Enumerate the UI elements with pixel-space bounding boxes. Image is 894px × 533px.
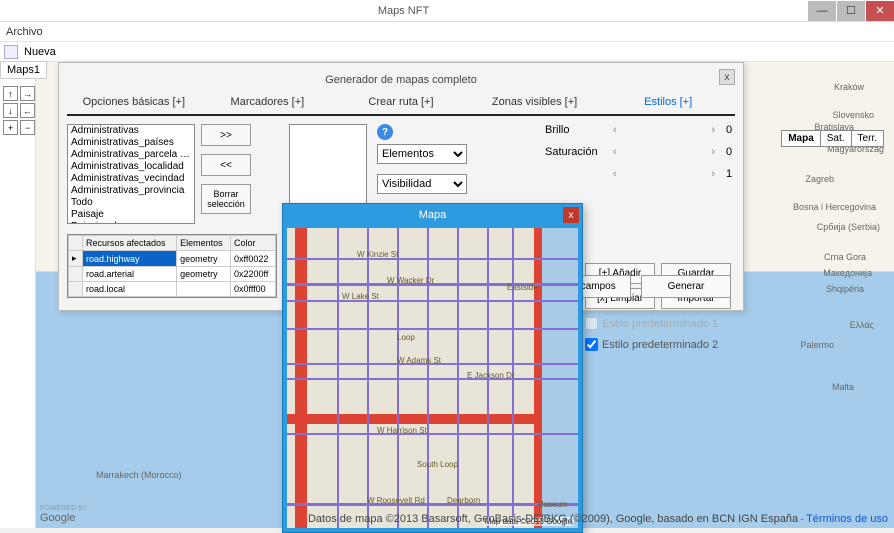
brightness-increase[interactable]: › bbox=[711, 124, 715, 136]
minimize-button[interactable]: — bbox=[808, 1, 836, 21]
tab-route[interactable]: Crear ruta [+] bbox=[334, 92, 468, 114]
map-type-controls: Mapa Sat. Terr. bbox=[781, 130, 884, 147]
dialog-title: Generador de mapas completo bbox=[325, 74, 477, 86]
elements-select[interactable]: Elementos bbox=[377, 144, 467, 164]
menu-file[interactable]: Archivo bbox=[6, 26, 43, 38]
map-type-sat[interactable]: Sat. bbox=[820, 131, 851, 146]
country-zagreb: Zagreb bbox=[805, 174, 834, 184]
tab-zones[interactable]: Zonas visibles [+] bbox=[468, 92, 602, 114]
arrow-down-button[interactable]: ↓ bbox=[3, 103, 18, 118]
document-tab[interactable]: Maps1 bbox=[0, 61, 47, 79]
country-slovensko: Slovensko bbox=[832, 110, 874, 120]
table-row[interactable]: road.arterial geometry 0x2200ff bbox=[69, 267, 276, 282]
list-item[interactable]: Administrativas_localidad bbox=[68, 161, 194, 173]
saturation-value: 0 bbox=[723, 146, 735, 158]
country-ellada: Ελλάς bbox=[850, 320, 874, 330]
zoom-in-button[interactable]: + bbox=[3, 120, 18, 135]
preset2-row[interactable]: Estilo predeterminado 2 bbox=[585, 338, 731, 351]
saturation-label: Saturación bbox=[545, 146, 605, 158]
clear-selection-button[interactable]: Borrar selección bbox=[201, 184, 251, 214]
preview-map[interactable]: W Kinzie St W Wacker Dr W Lake St Eastsi… bbox=[287, 228, 578, 528]
country-palermo: Palermo bbox=[800, 340, 834, 350]
preset1-row: Estilo predeterminado 1 bbox=[585, 317, 731, 330]
tab-markers[interactable]: Marcadores [+] bbox=[201, 92, 335, 114]
list-item[interactable]: Administrativas_países bbox=[68, 137, 194, 149]
third-value: 1 bbox=[723, 168, 735, 180]
saturation-decrease[interactable]: ‹ bbox=[613, 146, 617, 158]
list-item[interactable]: Administrativas_provincia bbox=[68, 185, 194, 197]
map-preview-window: Mapa x W Kinzie St W Wacker Dr W bbox=[282, 203, 583, 533]
maximize-button[interactable]: ☐ bbox=[837, 1, 865, 21]
tab-basic[interactable]: Opciones básicas [+] bbox=[67, 92, 201, 114]
grid-header-resources: Recursos afectados bbox=[83, 236, 177, 251]
window-close-button[interactable]: ✕ bbox=[866, 1, 894, 21]
country-krakow: Kraków bbox=[834, 82, 864, 92]
country-srbija: Србија (Serbia) bbox=[817, 222, 880, 232]
generate-button[interactable]: Generar bbox=[641, 275, 731, 298]
move-left-button[interactable]: << bbox=[201, 154, 251, 176]
arrow-right-button[interactable]: → bbox=[20, 86, 35, 101]
move-right-button[interactable]: >> bbox=[201, 124, 251, 146]
arrow-up-button[interactable]: ↑ bbox=[3, 86, 18, 101]
dialog-close-button[interactable]: x bbox=[719, 69, 735, 85]
zoom-out-button[interactable]: − bbox=[20, 120, 35, 135]
features-listbox[interactable]: Administrativas Administrativas_países A… bbox=[67, 124, 195, 224]
brightness-label: Brillo bbox=[545, 124, 605, 136]
country-bosna: Bosna i Hercegovina bbox=[793, 202, 876, 212]
dialog-tabs: Opciones básicas [+] Marcadores [+] Crea… bbox=[67, 92, 735, 116]
list-item[interactable]: Administrativas_vecindad bbox=[68, 173, 194, 185]
preset1-checkbox bbox=[585, 317, 598, 330]
toolbar: Nueva bbox=[0, 42, 894, 62]
preview-title: Mapa bbox=[419, 209, 447, 221]
grid-header-elements: Elementos bbox=[177, 236, 231, 251]
country-makedonija: Македонија bbox=[823, 268, 872, 278]
map-type-map[interactable]: Mapa bbox=[782, 131, 820, 146]
new-icon[interactable] bbox=[4, 45, 18, 59]
table-row[interactable]: road.local 0x0fff00 bbox=[69, 282, 276, 297]
brightness-decrease[interactable]: ‹ bbox=[613, 124, 617, 136]
list-item[interactable]: Paisajes_humanos bbox=[68, 221, 194, 224]
saturation-increase[interactable]: › bbox=[711, 146, 715, 158]
map-type-ter[interactable]: Terr. bbox=[851, 131, 883, 146]
menubar: Archivo bbox=[0, 22, 894, 42]
window-titlebar: Maps NFT — ☐ ✕ bbox=[0, 0, 894, 22]
country-malta: Malta bbox=[832, 382, 854, 392]
brightness-value: 0 bbox=[723, 124, 735, 136]
arrow-left-button[interactable]: ← bbox=[20, 103, 35, 118]
list-item[interactable]: Administrativas bbox=[68, 125, 194, 137]
help-icon[interactable]: ? bbox=[377, 124, 393, 140]
tab-styles[interactable]: Estilos [+] bbox=[601, 92, 735, 114]
list-item[interactable]: Administrativas_parcela tierra bbox=[68, 149, 194, 161]
map-attribution: Datos de mapa ©2013 Basarsoft, GeoBasis-… bbox=[308, 513, 888, 525]
preview-close-button[interactable]: x bbox=[563, 207, 579, 223]
country-crnagora: Crna Gora bbox=[824, 252, 866, 262]
google-logo: POWERED BY Google bbox=[40, 505, 87, 524]
country-shqiperia: Shqipëria bbox=[826, 284, 864, 294]
toolbar-new-label[interactable]: Nueva bbox=[24, 46, 56, 58]
table-row[interactable]: ▸ road.highway geometry 0xff0022 bbox=[69, 251, 276, 267]
list-item[interactable]: Todo bbox=[68, 197, 194, 209]
preset2-checkbox[interactable] bbox=[585, 338, 598, 351]
visibility-select[interactable]: Visibilidad bbox=[377, 174, 467, 194]
side-panel: Maps1 ↑ → ↓ ← + − bbox=[0, 62, 36, 528]
terms-link[interactable]: Términos de uso bbox=[806, 513, 888, 525]
styles-grid[interactable]: Recursos afectados Elementos Color ▸ roa… bbox=[67, 234, 277, 298]
list-item[interactable]: Paisaje bbox=[68, 209, 194, 221]
country-marrakech: Marrakech (Morocco) bbox=[96, 470, 182, 480]
window-title: Maps NFT bbox=[0, 5, 807, 17]
grid-header-color: Color bbox=[230, 236, 275, 251]
